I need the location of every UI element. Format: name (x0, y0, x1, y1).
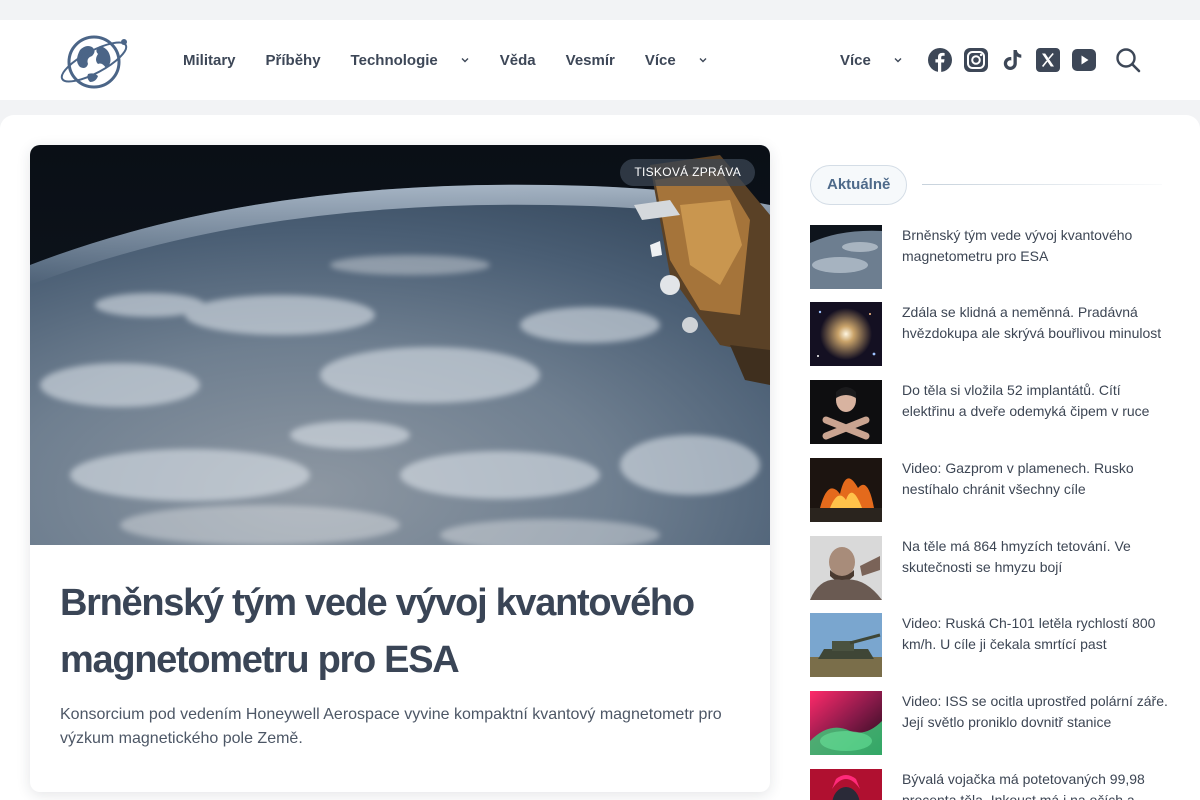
thumbnail-fire (810, 458, 882, 522)
list-item[interactable]: Na těle má 864 hmyzích tetování. Ve skut… (810, 536, 1180, 602)
nav-item-label: Příběhy (265, 51, 321, 69)
main-nav: Military Příběhy Technologie Věda Vesmír… (183, 20, 738, 100)
list-item-title: Do těla si vložila 52 implantátů. Cítí e… (902, 382, 1150, 419)
thumbnail-earth (810, 225, 882, 289)
chevron-down-icon (699, 58, 707, 63)
nav-item-label: Vesmír (565, 51, 615, 69)
nav-item-veda[interactable]: Věda (500, 52, 536, 69)
nav-item-vice-secondary[interactable]: Více (840, 52, 903, 69)
list-item[interactable]: Do těla si vložila 52 implantátů. Cítí e… (810, 380, 1180, 446)
category-badge[interactable]: TISKOVÁ ZPRÁVA (620, 159, 755, 186)
hero-image-earth[interactable] (30, 145, 770, 545)
nav-item-military[interactable]: Military (183, 52, 236, 69)
secondary-nav: Více (840, 20, 933, 100)
list-item[interactable]: Video: Ruská Ch-101 letěla rychlostí 800… (810, 613, 1180, 679)
chevron-down-icon (461, 58, 469, 63)
content-area: TISKOVÁ ZPRÁVA Brněnský tým vede vývoj k… (0, 115, 1200, 800)
nav-item-label: Technologie (350, 51, 438, 69)
chevron-down-icon (894, 58, 902, 63)
thumbnail-star-cluster (810, 302, 882, 366)
x-icon[interactable] (1036, 48, 1060, 72)
youtube-icon[interactable] (1072, 48, 1096, 72)
thumbnail-aurora (810, 691, 882, 755)
thumbnail-person-implants (810, 380, 882, 444)
list-item-title: Video: Ruská Ch-101 letěla rychlostí 800… (902, 615, 1156, 652)
list-item-title: Video: Gazprom v plamenech. Rusko nestíh… (902, 460, 1134, 497)
nav-item-vice[interactable]: Více (645, 52, 708, 69)
thumbnail-tattooed-woman (810, 769, 882, 800)
list-item[interactable]: Video: ISS se ocitla uprostřed polární z… (810, 691, 1180, 757)
list-item[interactable]: Video: Gazprom v plamenech. Rusko nestíh… (810, 458, 1180, 524)
list-item[interactable]: Bývalá vojačka má potetovaných 99,98 pro… (810, 769, 1180, 800)
article-title[interactable]: Brněnský tým vede vývoj kvantového magne… (60, 575, 750, 689)
list-item[interactable]: Brněnský tým vede vývoj kvantového magne… (810, 225, 1180, 291)
featured-article-card[interactable]: TISKOVÁ ZPRÁVA Brněnský tým vede vývoj k… (30, 145, 770, 792)
nav-item-technologie[interactable]: Technologie (351, 52, 470, 69)
list-item-title: Na těle má 864 hmyzích tetování. Ve skut… (902, 538, 1131, 575)
search-icon[interactable] (1115, 47, 1141, 73)
nav-item-label: Více (644, 51, 676, 69)
site-logo[interactable] (58, 30, 132, 90)
nav-item-vesmir[interactable]: Vesmír (566, 52, 615, 69)
list-item-title: Brněnský tým vede vývoj kvantového magne… (902, 227, 1133, 264)
globe-logo-icon (60, 35, 128, 89)
list-item-title: Zdála se klidná a neměnná. Pradávná hvěz… (902, 304, 1162, 341)
nav-item-pribehy[interactable]: Příběhy (266, 52, 321, 69)
facebook-icon[interactable] (928, 48, 952, 72)
thumbnail-missile-tank (810, 613, 882, 677)
list-item-title: Bývalá vojačka má potetovaných 99,98 pro… (902, 771, 1145, 800)
list-item[interactable]: Zdála se klidná a neměnná. Pradávná hvěz… (810, 302, 1180, 368)
site-header: Military Příběhy Technologie Věda Vesmír… (0, 20, 1200, 100)
nav-item-label: Military (183, 51, 236, 69)
sidebar-heading: Aktuálně (810, 165, 908, 205)
tiktok-icon[interactable] (1000, 48, 1024, 72)
list-item-title: Video: ISS se ocitla uprostřed polární z… (902, 693, 1168, 730)
thumbnail-tattooed-man (810, 536, 882, 600)
sidebar-heading-divider (922, 184, 1162, 185)
nav-item-label: Více (840, 51, 871, 69)
nav-item-label: Věda (499, 51, 536, 69)
instagram-icon[interactable] (964, 48, 988, 72)
article-excerpt: Konsorcium pod vedením Honeywell Aerospa… (60, 706, 722, 747)
